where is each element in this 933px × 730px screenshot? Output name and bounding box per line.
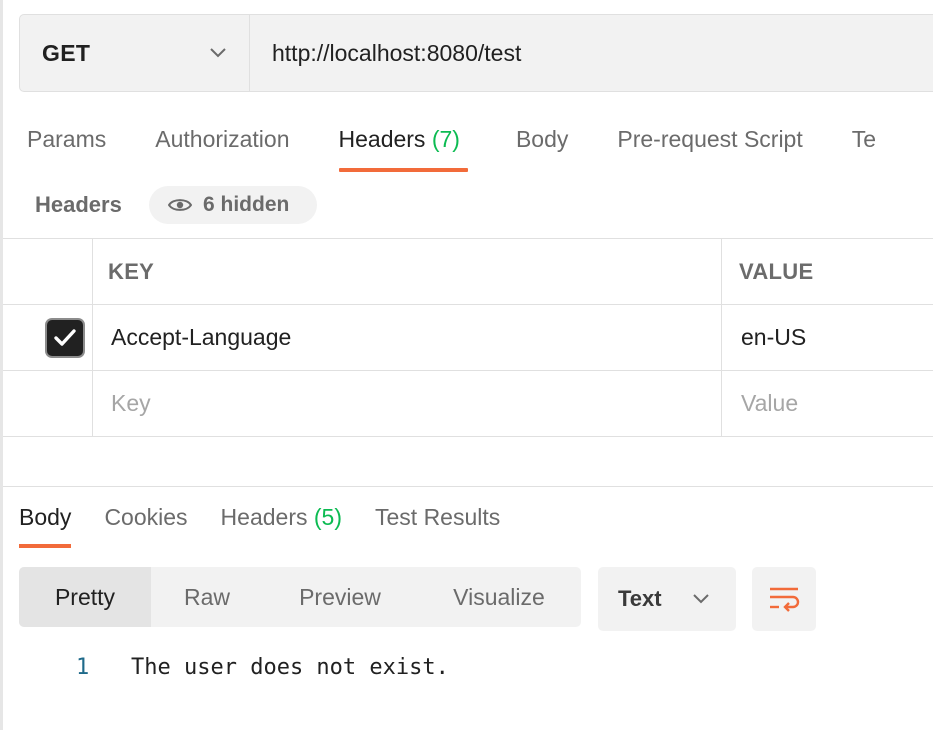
value-placeholder: Value <box>741 390 799 416</box>
value-header-label: VALUE <box>739 258 814 284</box>
request-tabs: Params Authorization Headers (7) Body Pr… <box>27 118 876 178</box>
new-value-input[interactable]: Value <box>722 371 933 436</box>
response-tab-test-results[interactable]: Test Results <box>375 500 500 540</box>
row-enabled-checkbox[interactable] <box>47 320 83 356</box>
tab-label: Test Results <box>375 504 501 530</box>
tab-label: Params <box>27 126 107 152</box>
url-bar: GET http://localhost:8080/test <box>19 14 933 92</box>
checkmark-icon <box>54 329 76 346</box>
wrap-lines-icon <box>770 587 800 612</box>
wrap-lines-button[interactable] <box>752 567 816 631</box>
tab-label: Te <box>851 126 877 152</box>
header-value: en-US <box>741 324 807 350</box>
value-cell[interactable]: en-US <box>722 305 933 370</box>
url-input[interactable]: http://localhost:8080/test <box>250 15 933 91</box>
format-label: Text <box>618 586 662 611</box>
tab-label: Body <box>515 126 569 152</box>
hidden-headers-toggle[interactable]: 6 hidden <box>149 186 317 224</box>
tab-body[interactable]: Body <box>516 118 568 164</box>
check-cell <box>3 371 93 436</box>
view-mode-visualize[interactable]: Visualize <box>417 567 581 627</box>
tab-label: Pre-request Script <box>617 126 803 152</box>
table-header-row: KEY VALUE <box>3 238 933 304</box>
response-tab-headers[interactable]: Headers (5) <box>221 500 342 540</box>
tab-count: (7) <box>431 126 460 152</box>
tab-count: (5) <box>313 504 342 530</box>
new-key-input[interactable]: Key <box>92 371 722 436</box>
tab-label: Cookies <box>104 504 188 530</box>
tab-label: Headers <box>220 504 314 530</box>
table-row-empty: Key Value <box>3 370 933 437</box>
response-body-text[interactable]: The user does not exist. <box>131 655 449 680</box>
response-tab-cookies[interactable]: Cookies <box>104 500 187 540</box>
response-tab-body[interactable]: Body <box>19 500 72 548</box>
check-cell <box>3 305 93 370</box>
tab-headers[interactable]: Headers (7) <box>338 118 469 172</box>
tab-authorization[interactable]: Authorization <box>155 118 289 164</box>
table-row: Accept-Language en-US <box>3 304 933 370</box>
tab-tests[interactable]: Te <box>852 118 876 164</box>
tab-label: Body <box>19 504 72 530</box>
method-label: GET <box>42 39 91 66</box>
key-cell[interactable]: Accept-Language <box>92 305 722 370</box>
hidden-count-label: 6 hidden <box>203 193 290 216</box>
format-select[interactable]: Text <box>598 567 736 631</box>
view-mode-raw[interactable]: Raw <box>151 567 263 627</box>
chevron-down-icon <box>692 594 709 604</box>
eye-icon <box>168 199 192 211</box>
key-header-label: KEY <box>108 258 155 284</box>
pane-divider[interactable] <box>3 486 933 487</box>
method-select[interactable]: GET <box>20 15 250 91</box>
value-column-header: VALUE <box>722 239 933 304</box>
tab-label: Authorization <box>155 126 290 152</box>
chevron-down-icon <box>209 47 227 59</box>
key-placeholder: Key <box>111 390 151 416</box>
key-column-header: KEY <box>92 239 722 304</box>
view-mode-pretty[interactable]: Pretty <box>19 567 151 627</box>
headers-table: KEY VALUE Accept-Language en-US Key Valu… <box>3 238 933 437</box>
tab-pre-request-script[interactable]: Pre-request Script <box>617 118 802 164</box>
tab-label: Headers <box>338 126 432 152</box>
line-number: 1 <box>76 655 90 680</box>
header-key: Accept-Language <box>111 324 292 350</box>
tab-params[interactable]: Params <box>27 118 106 164</box>
headers-section-title: Headers <box>35 192 122 217</box>
view-mode-segmented-control: Pretty Raw Preview Visualize <box>19 567 581 627</box>
check-column-header <box>3 239 93 304</box>
postman-request-page: GET http://localhost:8080/test Params Au… <box>0 0 933 730</box>
view-mode-preview[interactable]: Preview <box>263 567 417 627</box>
response-tabs: Body Cookies Headers (5) Test Results <box>19 500 533 548</box>
